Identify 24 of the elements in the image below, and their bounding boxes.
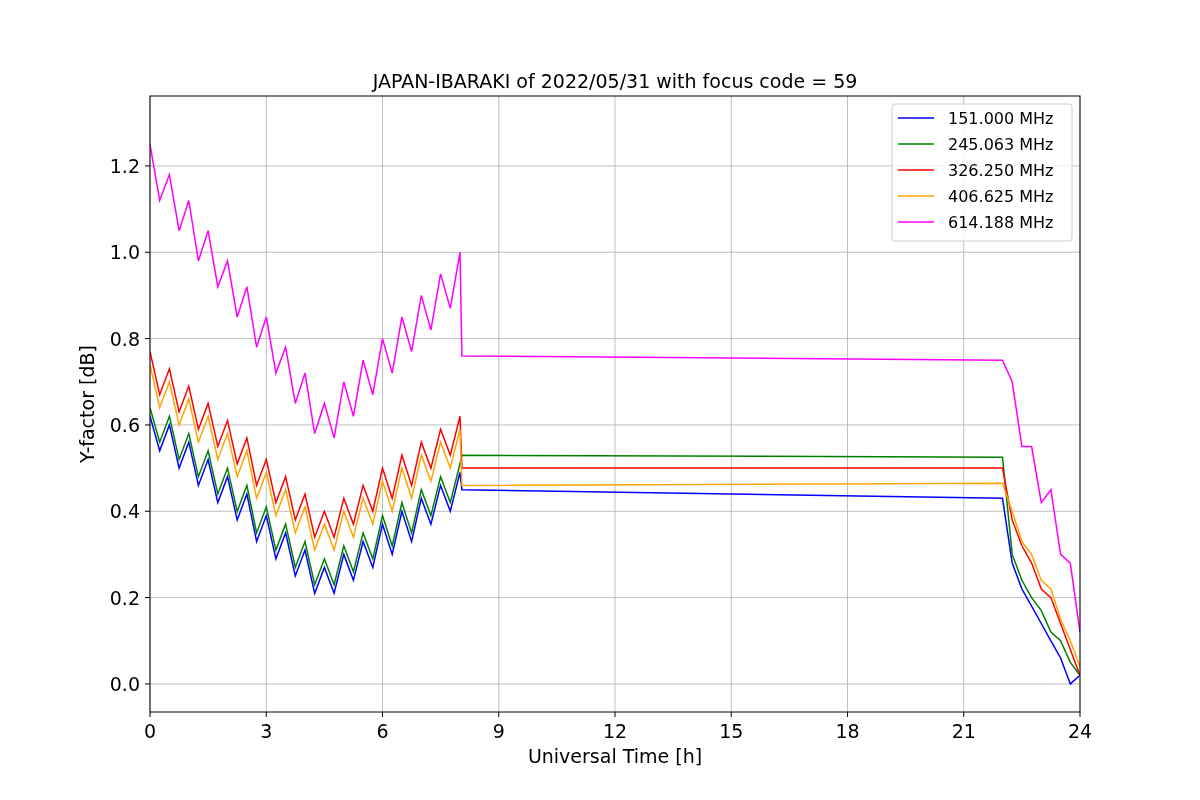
x-axis-label: Universal Time [h] — [527, 745, 703, 767]
legend-label: 614.188 MHz — [948, 213, 1054, 232]
x-tick-label: 0 — [143, 720, 157, 742]
y-tick-label: 0.6 — [109, 413, 140, 436]
y-tick-label: 0.2 — [109, 586, 140, 609]
legend-label: 245.063 MHz — [948, 135, 1054, 154]
legend-label: 406.625 MHz — [948, 187, 1054, 206]
chart-title: JAPAN-IBARAKI of 2022/05/31 with focus code = 59 — [372, 70, 858, 92]
legend-label: 151.000 MHz — [948, 109, 1054, 128]
x-tick-label: 3 — [260, 720, 273, 742]
y-tick-label: 0.8 — [109, 327, 140, 350]
y-axis-label: Y-factor [dB] — [76, 345, 98, 463]
x-tick-label: 12 — [602, 720, 628, 742]
x-tick-label: 21 — [951, 720, 976, 742]
x-tick-label: 24 — [1067, 720, 1093, 742]
legend-label: 326.250 MHz — [948, 161, 1054, 180]
y-tick-label: 0.4 — [109, 500, 140, 523]
y-tick-label: 1.0 — [109, 241, 140, 264]
x-tick-label: 18 — [835, 720, 860, 742]
y-tick-label: 0.0 — [109, 672, 140, 695]
x-tick-label: 15 — [719, 720, 744, 742]
x-tick-label: 6 — [376, 720, 389, 742]
x-tick-label: 9 — [492, 720, 505, 742]
y-tick-label: 1.2 — [109, 154, 140, 177]
